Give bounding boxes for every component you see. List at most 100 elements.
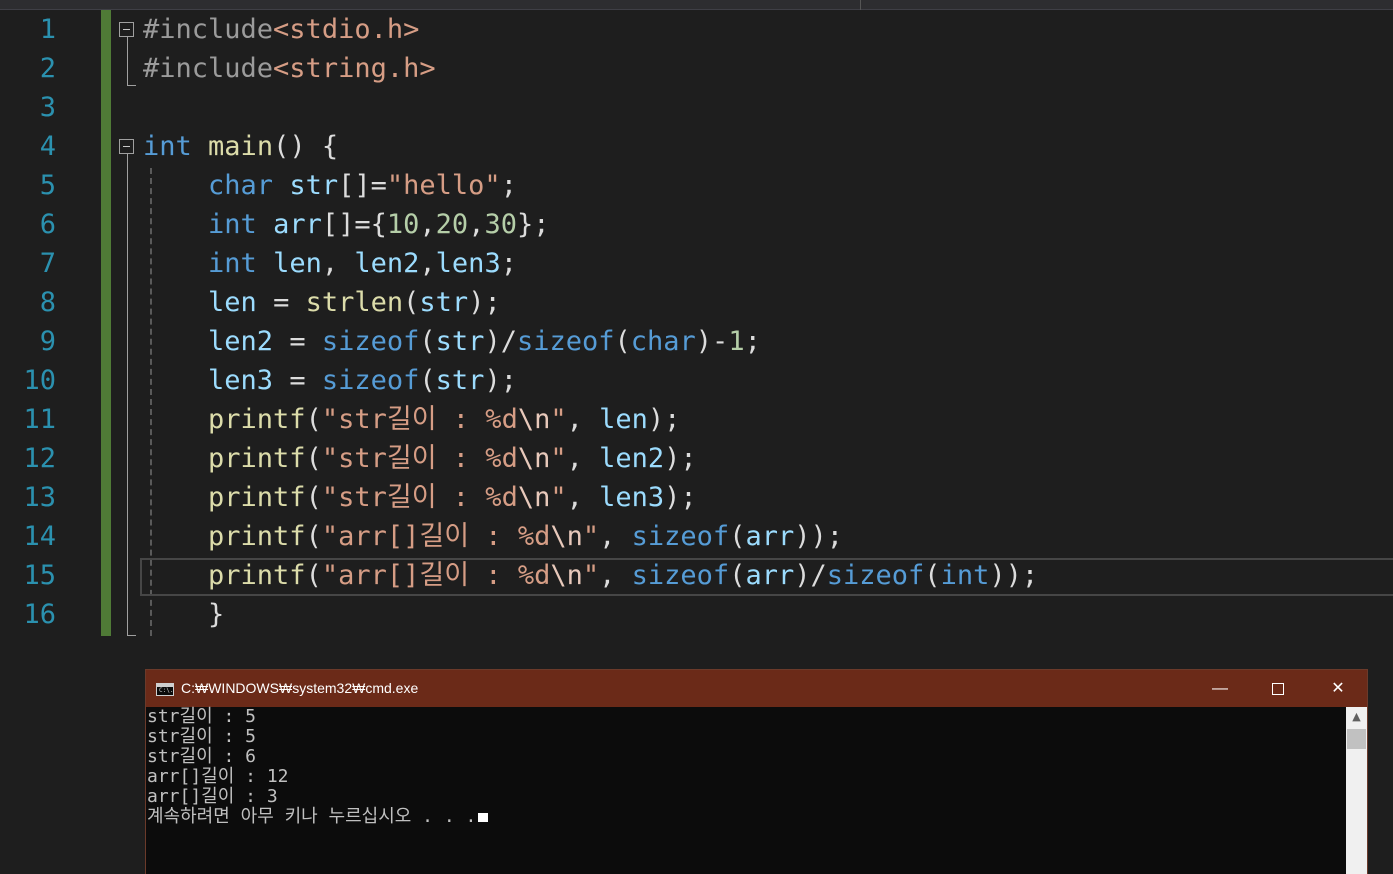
code-line[interactable]: #include<stdio.h>: [143, 10, 419, 49]
code-line[interactable]: char str[]="hello";: [143, 166, 517, 205]
line-number: 2: [39, 53, 56, 84]
code-token: ": [550, 443, 567, 474]
text-cursor: [478, 813, 489, 822]
code-token: ;: [500, 248, 517, 279]
console-output[interactable]: str길이 : 5 str길이 : 5 str길이 : 6 arr[]길이 : 12 a…: [146, 707, 1346, 874]
code-token: []={: [321, 209, 387, 240]
code-token: int: [208, 209, 257, 240]
code-token: #include: [143, 53, 274, 84]
code-token: (: [419, 326, 436, 357]
close-button[interactable]: ✕: [1309, 670, 1367, 707]
code-token: printf: [208, 560, 306, 591]
code-token: str: [435, 365, 485, 396]
code-token: (: [614, 326, 631, 357]
code-token: arr: [745, 521, 795, 552]
line-number: 7: [39, 248, 56, 279]
line-number: 10: [23, 365, 56, 396]
maximize-icon: [1272, 682, 1284, 695]
fold-line: [127, 37, 128, 85]
scroll-up-arrow-icon[interactable]: ▲: [1346, 707, 1367, 727]
fold-collapse-icon[interactable]: [119, 139, 134, 154]
close-icon: ✕: [1331, 680, 1345, 697]
minimize-button[interactable]: —: [1191, 670, 1249, 707]
code-token: \n: [517, 443, 551, 474]
code-token: ));: [794, 521, 844, 552]
console-output-line: arr[]길이 : 3: [147, 787, 278, 807]
code-token: ;: [500, 170, 517, 201]
console-output-line: arr[]길이 : 12: [147, 767, 289, 787]
code-token: len2: [599, 443, 665, 474]
code-token: };: [516, 209, 550, 240]
code-token: ,: [566, 443, 600, 474]
code-token: }: [143, 599, 225, 630]
code-token: \n: [550, 521, 583, 552]
line-number: 12: [23, 443, 56, 474]
code-token: len: [208, 287, 257, 318]
code-token: ,: [419, 248, 436, 279]
code-line[interactable]: len = strlen(str);: [143, 283, 501, 322]
code-token: )-: [695, 326, 729, 357]
code-token: =: [273, 326, 322, 357]
code-token: len2: [208, 326, 274, 357]
code-line[interactable]: }: [143, 595, 224, 634]
code-token: str: [435, 326, 485, 357]
code-token: sizeof: [516, 326, 615, 357]
scroll-thumb[interactable]: [1347, 729, 1366, 749]
code-token: (: [305, 482, 322, 513]
code-token: 10: [386, 209, 420, 240]
code-line[interactable]: int arr[]={10,20,30};: [143, 205, 549, 244]
code-token: (: [305, 404, 322, 435]
code-token: #include: [143, 14, 274, 45]
code-token: sizeof: [631, 560, 730, 591]
code-line[interactable]: printf("str길이 : %d\n", len);: [143, 400, 680, 439]
line-number: 14: [23, 521, 56, 552]
fold-line-end: [127, 635, 136, 636]
code-token: );: [664, 443, 697, 474]
code-line[interactable]: printf("str길이 : %d\n", len3);: [143, 478, 697, 517]
code-line[interactable]: len3 = sizeof(str);: [143, 361, 517, 400]
console-title-bar[interactable]: C:\. C:₩WINDOWS₩system32₩cmd.exe — ✕: [146, 670, 1367, 707]
code-line[interactable]: len2 = sizeof(str)/sizeof(char)-1;: [143, 322, 761, 361]
code-token: =: [273, 365, 322, 396]
fold-line: [127, 154, 128, 635]
code-line[interactable]: int len, len2,len3;: [143, 244, 517, 283]
line-number: 4: [39, 131, 56, 162]
code-token: ;: [744, 326, 761, 357]
code-line[interactable]: printf("arr[]길이 : %d\n", sizeof(arr));: [143, 517, 843, 556]
line-number: 6: [39, 209, 56, 240]
code-token: "hello": [386, 170, 501, 201]
top-toolbar-strip: [0, 0, 1393, 10]
console-scrollbar[interactable]: ▲: [1346, 707, 1367, 874]
code-token: (: [924, 560, 941, 591]
code-token: char: [208, 170, 274, 201]
code-line[interactable]: printf("arr[]길이 : %d\n", sizeof(arr)/siz…: [143, 556, 1038, 595]
code-token: len3: [599, 482, 665, 513]
code-token: sizeof: [826, 560, 925, 591]
line-number: 8: [39, 287, 56, 318]
code-line[interactable]: int main() {: [143, 127, 338, 166]
code-token: ,: [599, 521, 632, 552]
code-token: );: [468, 287, 501, 318]
console-title: C:₩WINDOWS₩system32₩cmd.exe: [181, 680, 419, 696]
line-number: 11: [23, 404, 56, 435]
code-token: ,: [566, 404, 600, 435]
code-token: 20: [435, 209, 469, 240]
console-output-text: arr[]길이 : 12: [147, 766, 289, 787]
line-number: 1: [39, 14, 56, 45]
code-line[interactable]: printf("str길이 : %d\n", len2);: [143, 439, 697, 478]
line-number: 15: [23, 560, 56, 591]
code-token: len3: [208, 365, 274, 396]
code-token: ,: [566, 482, 600, 513]
fold-collapse-icon[interactable]: [119, 22, 134, 37]
maximize-button[interactable]: [1249, 670, 1307, 707]
code-token: "str길이 : %d: [321, 443, 518, 474]
console-window[interactable]: C:\. C:₩WINDOWS₩system32₩cmd.exe — ✕ str…: [145, 669, 1368, 874]
code-line[interactable]: #include<string.h>: [143, 49, 436, 88]
code-token: arr: [745, 560, 795, 591]
